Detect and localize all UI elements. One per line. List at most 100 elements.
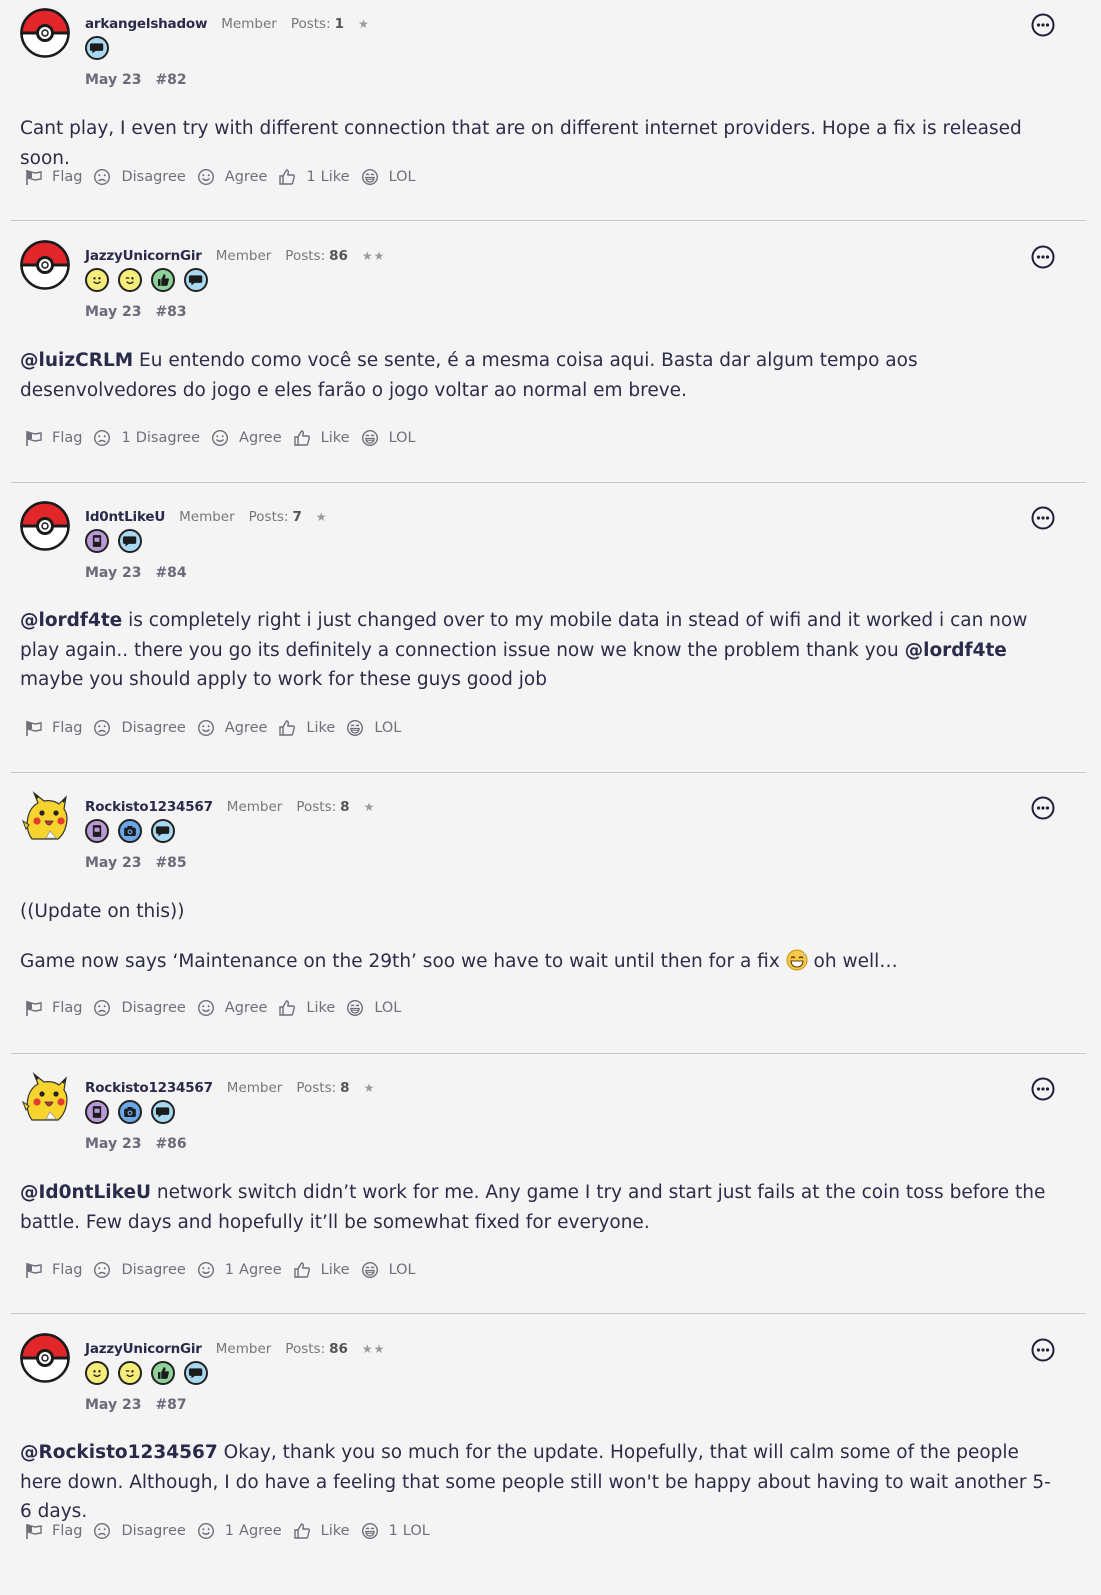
disagree-button[interactable]: Disagree: [93, 168, 186, 186]
options-menu-icon[interactable]: [1031, 245, 1055, 269]
options-menu-icon[interactable]: [1031, 796, 1055, 820]
lol-button[interactable]: LOL: [361, 168, 416, 186]
like-label: Like: [320, 1523, 350, 1539]
like-button[interactable]: 1 Like: [278, 168, 350, 186]
post-meta: Rockisto1234567 Member Posts: 8 ★: [85, 797, 375, 817]
post-paragraph: @lordf4te is completely right i just cha…: [20, 606, 1060, 695]
user-mention-link[interactable]: @lordf4te: [20, 610, 122, 631]
user-role: Member: [226, 799, 283, 815]
username-link[interactable]: Rockisto1234567: [85, 799, 213, 815]
post-body: @lordf4te is completely right i just cha…: [20, 606, 1060, 695]
post-date-row: May 23 #87: [85, 1397, 187, 1413]
comment-badge-icon[interactable]: [85, 36, 109, 60]
comment-badge-icon[interactable]: [184, 268, 208, 292]
camera-badge-icon[interactable]: [118, 1100, 142, 1124]
options-menu-icon[interactable]: [1031, 13, 1055, 37]
post-number[interactable]: #85: [155, 855, 186, 871]
comment-badge-icon[interactable]: [118, 529, 142, 553]
disagree-icon: [93, 1522, 116, 1540]
post-number[interactable]: #82: [155, 72, 186, 88]
post-date[interactable]: May 23: [85, 72, 141, 88]
flag-button[interactable]: Flag: [24, 1522, 82, 1540]
thumbs-up-badge-icon[interactable]: [151, 1361, 175, 1385]
lol-button[interactable]: LOL: [346, 999, 401, 1017]
post-number[interactable]: #86: [155, 1136, 186, 1152]
disagree-button[interactable]: Disagree: [93, 719, 186, 737]
lol-button[interactable]: LOL: [361, 1261, 416, 1279]
username-link[interactable]: JazzyUnicornGir: [85, 248, 202, 264]
flag-button[interactable]: Flag: [24, 429, 82, 447]
disagree-button[interactable]: Disagree: [93, 1522, 186, 1540]
lol-button[interactable]: LOL: [346, 719, 401, 737]
user-mention-link[interactable]: @luizCRLM: [20, 350, 133, 371]
post-date[interactable]: May 23: [85, 1136, 141, 1152]
post-date-row: May 23 #84: [85, 565, 187, 581]
username-link[interactable]: Rockisto1234567: [85, 1080, 213, 1096]
flag-button[interactable]: Flag: [24, 168, 82, 186]
comment-badge-icon[interactable]: [151, 819, 175, 843]
wink-badge-icon[interactable]: [118, 1361, 142, 1385]
post-number[interactable]: #87: [155, 1397, 186, 1413]
camera-badge-icon[interactable]: [118, 819, 142, 843]
like-button[interactable]: Like: [293, 1261, 350, 1279]
agree-button[interactable]: Agree: [197, 719, 267, 737]
post-divider: [11, 1053, 1086, 1054]
flag-label: Flag: [52, 430, 83, 446]
avatar[interactable]: [20, 501, 70, 551]
flag-button[interactable]: Flag: [24, 719, 82, 737]
disagree-button[interactable]: Disagree: [93, 999, 186, 1017]
avatar[interactable]: [20, 240, 70, 290]
username-link[interactable]: Id0ntLikeU: [85, 509, 165, 525]
agree-button[interactable]: Agree: [197, 168, 267, 186]
post-number[interactable]: #83: [155, 304, 186, 320]
post-date[interactable]: May 23: [85, 1397, 141, 1413]
agree-button[interactable]: Agree: [197, 999, 267, 1017]
user-mention-link[interactable]: @Id0ntLikeU: [20, 1182, 151, 1203]
like-icon: [293, 1261, 316, 1279]
username-link[interactable]: JazzyUnicornGir: [85, 1341, 202, 1357]
flag-button[interactable]: Flag: [24, 1261, 82, 1279]
post-date-row: May 23 #83: [85, 304, 187, 320]
agree-button[interactable]: 1 Agree: [197, 1261, 282, 1279]
disagree-icon: [93, 719, 116, 737]
like-button[interactable]: Like: [293, 429, 350, 447]
options-menu-icon[interactable]: [1031, 1077, 1055, 1101]
post-number[interactable]: #84: [155, 565, 186, 581]
disagree-button[interactable]: Disagree: [93, 1261, 186, 1279]
disagree-button[interactable]: 1 Disagree: [93, 429, 200, 447]
lol-button[interactable]: LOL: [361, 429, 416, 447]
comment-badge-icon[interactable]: [184, 1361, 208, 1385]
post-date[interactable]: May 23: [85, 565, 141, 581]
journal-badge-icon[interactable]: [85, 1100, 109, 1124]
like-button[interactable]: Like: [278, 999, 335, 1017]
flag-button[interactable]: Flag: [24, 999, 82, 1017]
avatar[interactable]: [20, 791, 70, 841]
reaction-bar: Flag Disagree Agree Like LOL: [24, 719, 412, 737]
avatar[interactable]: [20, 8, 70, 58]
agree-button[interactable]: Agree: [211, 429, 282, 447]
lol-button[interactable]: 1 LOL: [361, 1522, 430, 1540]
post-paragraph: @Id0ntLikeU network switch didn’t work f…: [20, 1178, 1060, 1237]
journal-badge-icon[interactable]: [85, 529, 109, 553]
smile-badge-icon[interactable]: [85, 1361, 109, 1385]
user-mention-link[interactable]: @Rockisto1234567: [20, 1442, 218, 1463]
agree-label: Agree: [239, 1523, 282, 1539]
comment-badge-icon[interactable]: [151, 1100, 175, 1124]
journal-badge-icon[interactable]: [85, 819, 109, 843]
like-button[interactable]: Like: [278, 719, 335, 737]
avatar[interactable]: [20, 1333, 70, 1383]
smile-badge-icon[interactable]: [85, 268, 109, 292]
disagree-label: Disagree: [121, 1523, 186, 1539]
post-date[interactable]: May 23: [85, 304, 141, 320]
lol-icon: [361, 1522, 384, 1540]
agree-button[interactable]: 1 Agree: [197, 1522, 282, 1540]
post-date[interactable]: May 23: [85, 855, 141, 871]
like-button[interactable]: Like: [293, 1522, 350, 1540]
avatar[interactable]: [20, 1072, 70, 1122]
options-menu-icon[interactable]: [1031, 506, 1055, 530]
options-menu-icon[interactable]: [1031, 1338, 1055, 1362]
thumbs-up-badge-icon[interactable]: [151, 268, 175, 292]
wink-badge-icon[interactable]: [118, 268, 142, 292]
user-mention-link[interactable]: @lordf4te: [905, 640, 1007, 661]
username-link[interactable]: arkangelshadow: [85, 16, 207, 32]
